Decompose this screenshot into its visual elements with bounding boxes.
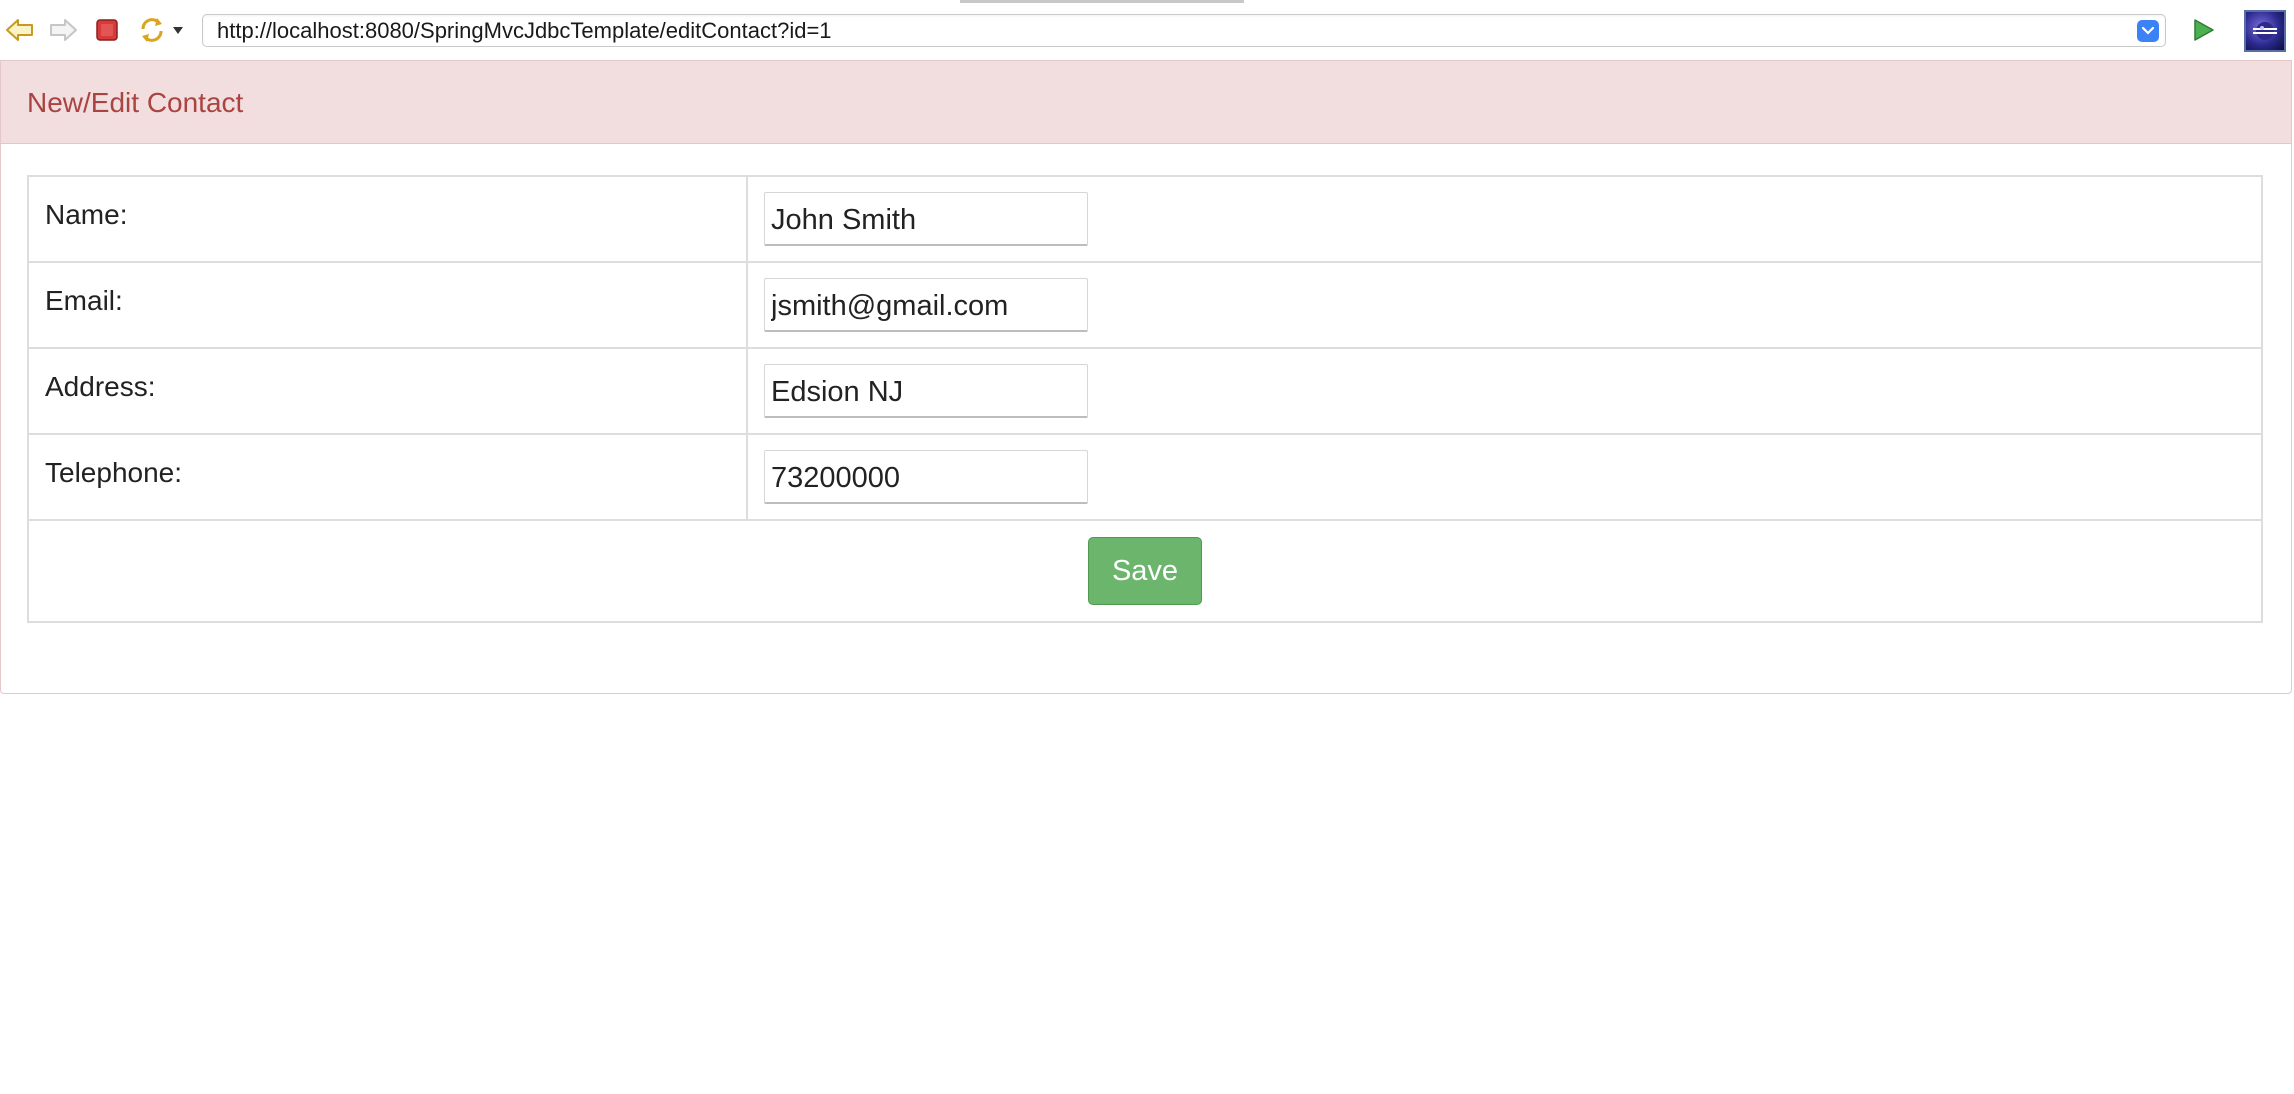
form-row-email: Email: <box>27 261 2263 349</box>
url-input[interactable] <box>217 17 2117 44</box>
telephone-cell <box>746 433 2263 521</box>
back-arrow-icon <box>6 19 33 41</box>
form-row-actions: Save <box>27 519 2263 623</box>
refresh-button[interactable] <box>134 12 170 48</box>
telephone-label: Telephone: <box>27 433 748 521</box>
back-button[interactable] <box>2 12 38 48</box>
tab-indicator <box>960 0 1244 3</box>
email-field[interactable] <box>764 278 1088 332</box>
address-cell <box>746 347 2263 435</box>
refresh-menu-button[interactable] <box>166 12 190 48</box>
email-label: Email: <box>27 261 748 349</box>
stop-button[interactable] <box>89 12 125 48</box>
save-button[interactable]: Save <box>1088 537 1202 605</box>
name-cell <box>746 175 2263 263</box>
email-cell <box>746 261 2263 349</box>
actions-cell: Save <box>27 519 2263 623</box>
form-row-address: Address: <box>27 347 2263 435</box>
name-field[interactable] <box>764 192 1088 246</box>
refresh-icon <box>141 18 163 42</box>
edit-contact-panel: New/Edit Contact Name: Email: Address: <box>0 60 2292 694</box>
telephone-field[interactable] <box>764 450 1088 504</box>
eclipse-logo-icon <box>2244 10 2286 52</box>
address-label: Address: <box>27 347 748 435</box>
go-button[interactable] <box>2185 12 2221 48</box>
browser-toolbar <box>0 0 2294 60</box>
contact-form: Name: Email: Address: Telephone: <box>27 175 2263 623</box>
form-row-name: Name: <box>27 175 2263 263</box>
forward-button[interactable] <box>45 12 81 48</box>
page-title: New/Edit Contact <box>27 87 244 118</box>
forward-arrow-icon <box>50 19 77 41</box>
name-label: Name: <box>27 175 748 263</box>
chevron-down-icon <box>2141 26 2155 35</box>
panel-heading: New/Edit Contact <box>1 61 2291 144</box>
go-play-icon <box>2194 19 2214 41</box>
eclipse-logo-mark <box>2253 22 2277 40</box>
stop-icon <box>96 19 118 41</box>
form-row-telephone: Telephone: <box>27 433 2263 521</box>
url-history-dropdown[interactable] <box>2137 20 2159 42</box>
url-bar[interactable] <box>202 14 2166 47</box>
address-field[interactable] <box>764 364 1088 418</box>
dropdown-triangle-icon <box>173 27 183 34</box>
